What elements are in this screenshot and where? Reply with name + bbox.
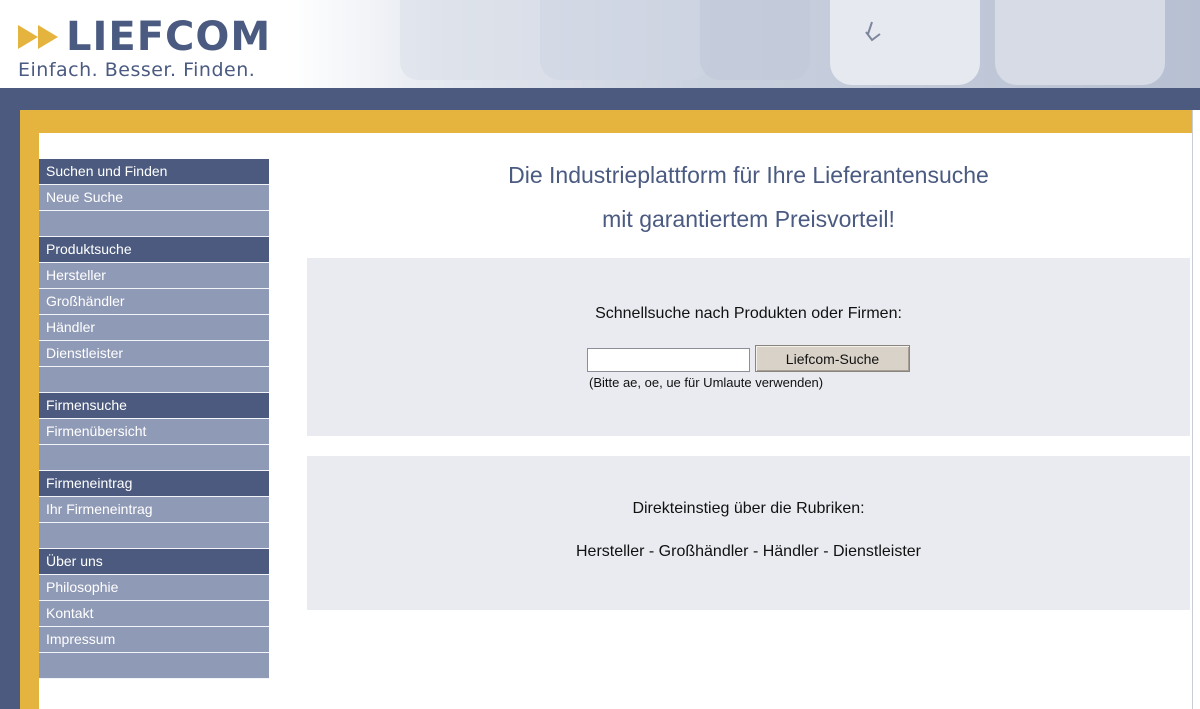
direct-entry-panel: Direkteinstieg über die Rubriken: Herste…	[307, 456, 1190, 610]
right-edge	[1192, 110, 1200, 709]
nav-spacer	[39, 653, 269, 679]
rubric-link-haendler[interactable]: Händler	[763, 543, 819, 560]
rubric-links: Hersteller - Großhändler - Händler - Die…	[307, 543, 1190, 561]
nav-item-neue-suche[interactable]: Neue Suche	[39, 185, 269, 211]
liefcom-search-button[interactable]: Liefcom-Suche	[755, 345, 910, 372]
header-banner: LIEFCOM Einfach. Besser. Finden.	[0, 0, 1200, 88]
nav-item-impressum[interactable]: Impressum	[39, 627, 269, 653]
nav-heading-firmeneintrag: Firmeneintrag	[39, 471, 269, 497]
nav-item-kontakt[interactable]: Kontakt	[39, 601, 269, 627]
rubric-separator: -	[818, 543, 833, 560]
nav-heading-ueber-uns: Über uns	[39, 549, 269, 575]
rubric-link-hersteller[interactable]: Hersteller	[576, 543, 644, 560]
direct-entry-label: Direkteinstieg über die Rubriken:	[632, 500, 865, 517]
nav-heading-firmensuche: Firmensuche	[39, 393, 269, 419]
nav-spacer	[39, 445, 269, 471]
nav-spacer	[39, 523, 269, 549]
rubric-separator: -	[644, 543, 659, 560]
nav-item-firmenuebersicht[interactable]: Firmenübersicht	[39, 419, 269, 445]
nav-item-haendler[interactable]: Händler	[39, 315, 269, 341]
nav-item-philosophie[interactable]: Philosophie	[39, 575, 269, 601]
double-arrow-icon	[18, 25, 58, 49]
quick-search-panel: Schnellsuche nach Produkten oder Firmen:…	[307, 258, 1190, 436]
nav-spacer	[39, 211, 269, 237]
umlaut-hint: (Bitte ae, oe, ue für Umlaute verwenden)	[589, 375, 824, 390]
quick-search-label: Schnellsuche nach Produkten oder Firmen:	[595, 305, 902, 322]
nav-item-grosshaendler[interactable]: Großhändler	[39, 289, 269, 315]
search-input[interactable]	[587, 348, 750, 372]
nav-spacer	[39, 367, 269, 393]
nav-heading-produktsuche: Produktsuche	[39, 237, 269, 263]
liefcom-logo[interactable]: LIEFCOM	[18, 14, 271, 60]
rubric-link-dienstleister[interactable]: Dienstleister	[833, 543, 921, 560]
tagline: Einfach. Besser. Finden.	[18, 59, 256, 81]
nav-item-ihr-firmeneintrag[interactable]: Ihr Firmeneintrag	[39, 497, 269, 523]
rubric-separator: -	[748, 543, 763, 560]
top-blue-bar	[0, 88, 1200, 110]
headline-line-1: Die Industrieplattform für Ihre Lieferan…	[508, 162, 989, 188]
left-yellow-bar	[20, 110, 39, 709]
logo-text: LIEFCOM	[66, 14, 272, 60]
nav-item-dienstleister[interactable]: Dienstleister	[39, 341, 269, 367]
top-yellow-bar	[20, 110, 1192, 133]
sidebar-nav: Suchen und Finden Neue Suche Produktsuch…	[39, 159, 269, 679]
nav-item-hersteller[interactable]: Hersteller	[39, 263, 269, 289]
left-blue-bar	[0, 88, 20, 709]
rubric-link-grosshaendler[interactable]: Großhändler	[659, 543, 749, 560]
headline-line-2: mit garantiertem Preisvorteil!	[602, 206, 895, 232]
nav-heading-suchen-und-finden: Suchen und Finden	[39, 159, 269, 185]
